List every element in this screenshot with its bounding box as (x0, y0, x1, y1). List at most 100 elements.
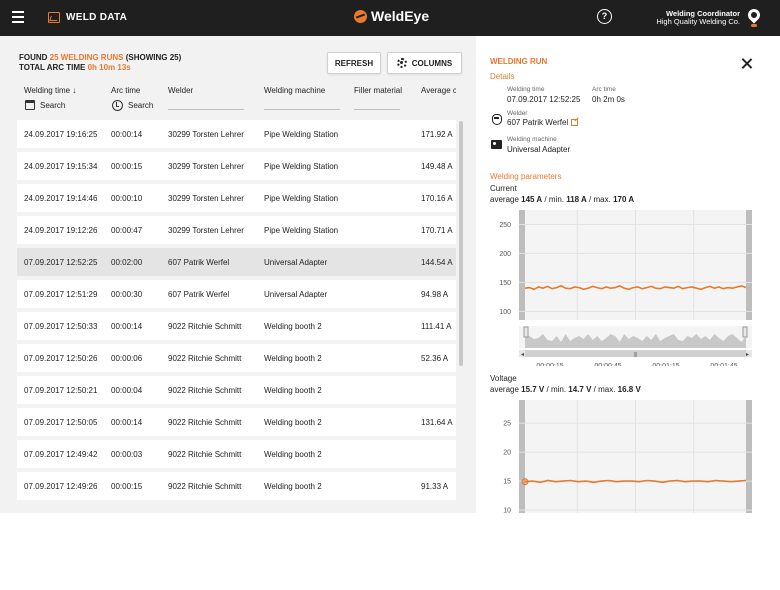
refresh-label: REFRESH (334, 58, 374, 68)
table-row[interactable]: 07.09.2017 12:49:42 00:00:03 9022 Ritchie … (17, 440, 456, 468)
column-filler-material[interactable]: Filler material (354, 86, 402, 95)
filler-filter-input[interactable] (354, 109, 400, 110)
cell-arc: 00:00:03 (111, 450, 143, 459)
table-row[interactable]: 07.09.2017 12:50:05 00:00:14 9022 Ritchie … (17, 408, 456, 436)
y-tick-label: 200 (499, 251, 511, 258)
cell-time: 07.09.2017 12:52:25 (24, 258, 98, 267)
cell-welder: 30299 Torsten Lehrer (168, 162, 244, 171)
voltage-title: Voltage (490, 374, 517, 383)
voltage-min: 14.7 V (568, 385, 592, 394)
cell-arc: 00:00:15 (111, 162, 143, 171)
cell-welder: 9022 Ritchie Schmitt (168, 450, 242, 459)
table-row[interactable]: 07.09.2017 12:50:26 00:00:06 9022 Ritchie … (17, 344, 456, 372)
y-tick-label: 250 (499, 222, 511, 229)
cell-arc: 00:02:00 (111, 258, 143, 267)
machine-label: Welding machine (507, 136, 557, 143)
current-max-prefix: / max. (586, 195, 614, 204)
logo: WeldEye (354, 8, 429, 24)
current-avg-prefix: average (490, 195, 522, 204)
help-icon[interactable]: ? (597, 9, 612, 24)
cell-avg: 170.16 A (421, 194, 453, 203)
x-tick-label: 00:01:45 (710, 363, 737, 366)
cell-time: 07.09.2017 12:50:05 (24, 418, 98, 427)
cell-machine: Welding booth 2 (264, 482, 322, 491)
close-icon[interactable] (741, 58, 753, 70)
cell-machine: Universal Adapter (264, 258, 328, 267)
user-company: High Quality Welding Co. (656, 17, 740, 26)
cell-machine: Pipe Welding Station (264, 130, 339, 139)
detail-title: WELDING RUN (490, 57, 548, 66)
table-scrollbar[interactable] (459, 121, 463, 366)
table-row[interactable]: 07.09.2017 12:50:33 00:00:14 9022 Ritchie … (17, 312, 456, 340)
arc-search-label: Search (128, 101, 154, 110)
refresh-button[interactable]: REFRESH (327, 52, 381, 74)
found-prefix: FOUND (19, 53, 50, 62)
columns-button[interactable]: COLUMNS (387, 52, 462, 74)
x-tick-label: 00:00:15 (536, 363, 563, 366)
table-row[interactable]: 07.09.2017 12:51:29 00:00:30 607 Patrik We… (17, 280, 456, 308)
columns-label: COLUMNS (411, 58, 453, 68)
current-chart[interactable]: 100 150 200 250 ◂ ▸ ||| 00:00:15 00:00:45 00:01:1… (476, 206, 766, 366)
voltage-chart[interactable]: 10 15 20 25 (476, 396, 766, 513)
current-min: 118 A (566, 195, 587, 204)
machine-filter-input[interactable] (264, 109, 340, 110)
cell-welder: 30299 Torsten Lehrer (168, 226, 244, 235)
table-row[interactable]: 07.09.2017 12:52:25 00:02:00 607 Patrik We… (17, 248, 456, 276)
found-suffix: (SHOWING 25) (123, 53, 182, 62)
column-welding-machine[interactable]: Welding machine (264, 86, 325, 95)
cell-avg: 144.54 A (421, 258, 453, 267)
welder-filter-input[interactable] (168, 109, 244, 110)
table-row[interactable]: 24.09.2017 19:15:34 00:00:15 30299 Torsten… (17, 152, 456, 180)
cell-avg: 170.71 A (421, 226, 453, 235)
chart-icon (48, 12, 60, 23)
cell-time: 24.09.2017 19:15:34 (24, 162, 98, 171)
table-row[interactable]: 07.09.2017 12:49:26 00:00:15 9022 Ritchie … (17, 472, 456, 500)
scroll-left-arrow: ◂ (521, 352, 524, 358)
cell-time: 07.09.2017 12:50:21 (24, 386, 98, 395)
user-avatar-icon[interactable] (745, 6, 763, 27)
clock-icon (112, 100, 123, 111)
cell-welder: 9022 Ritchie Schmitt (168, 322, 242, 331)
welder-link[interactable]: 607 Patrik Werfel (507, 118, 579, 127)
arc-search[interactable]: Search (112, 100, 153, 111)
voltage-avg: 15.7 V (521, 385, 545, 394)
current-min-prefix: / min. (542, 195, 567, 204)
external-link-icon[interactable] (571, 119, 579, 126)
column-welding-time[interactable]: Welding time ↓ (24, 86, 76, 95)
cell-arc: 00:00:06 (111, 354, 143, 363)
total-arc-time: 0h 10m 13s (87, 63, 131, 72)
x-tick-label: 00:00:45 (594, 363, 621, 366)
user-info[interactable]: Welding Coordinator High Quality Welding… (656, 10, 740, 26)
column-arc-time[interactable]: Arc time (111, 86, 140, 95)
cell-machine: Pipe Welding Station (264, 194, 339, 203)
arc-time-value: 0h 2m 0s (592, 95, 625, 104)
table-row[interactable]: 24.09.2017 19:14:46 00:00:10 30299 Torsten… (17, 184, 456, 212)
gear-icon (396, 58, 407, 68)
table-row[interactable]: 24.09.2017 19:12:26 00:00:47 30299 Torsten… (17, 216, 456, 244)
cell-machine: Pipe Welding Station (264, 226, 339, 235)
navigator-handle-right (742, 326, 748, 338)
voltage-max-prefix: / max. (591, 385, 618, 394)
cell-welder: 9022 Ritchie Schmitt (168, 482, 242, 491)
run-detail-panel: WELDING RUN Details Welding time 07.09.2… (476, 36, 780, 513)
cell-arc: 00:00:14 (111, 418, 143, 427)
menu-icon[interactable] (12, 11, 24, 23)
arc-time-label: Arc time (592, 86, 616, 93)
column-average-current[interactable]: Average c (421, 86, 456, 95)
app-title: WELD DATA (66, 12, 128, 23)
cell-arc: 00:00:14 (111, 130, 143, 139)
table-row[interactable]: 07.09.2017 12:50:21 00:00:04 9022 Ritchie … (17, 376, 456, 404)
column-welder[interactable]: Welder (168, 86, 193, 95)
voltage-stats: average 15.7 V / min. 14.7 V / max. 16.8… (490, 385, 641, 394)
welding-time-label: Welding time (507, 86, 545, 93)
cell-welder: 607 Patrik Werfel (168, 258, 230, 267)
cell-machine: Welding booth 2 (264, 418, 322, 427)
y-tick-label: 150 (499, 280, 511, 287)
time-search[interactable]: Search (25, 100, 65, 110)
range-mask-right (746, 400, 752, 513)
table-header: Welding time ↓ Arc time Welder Welding m… (0, 86, 456, 122)
cell-welder: 30299 Torsten Lehrer (168, 194, 244, 203)
table-row[interactable]: 24.09.2017 19:16:25 00:00:14 30299 Torsten… (17, 120, 456, 148)
range-mask-left (519, 210, 525, 320)
cell-arc: 00:00:47 (111, 226, 143, 235)
